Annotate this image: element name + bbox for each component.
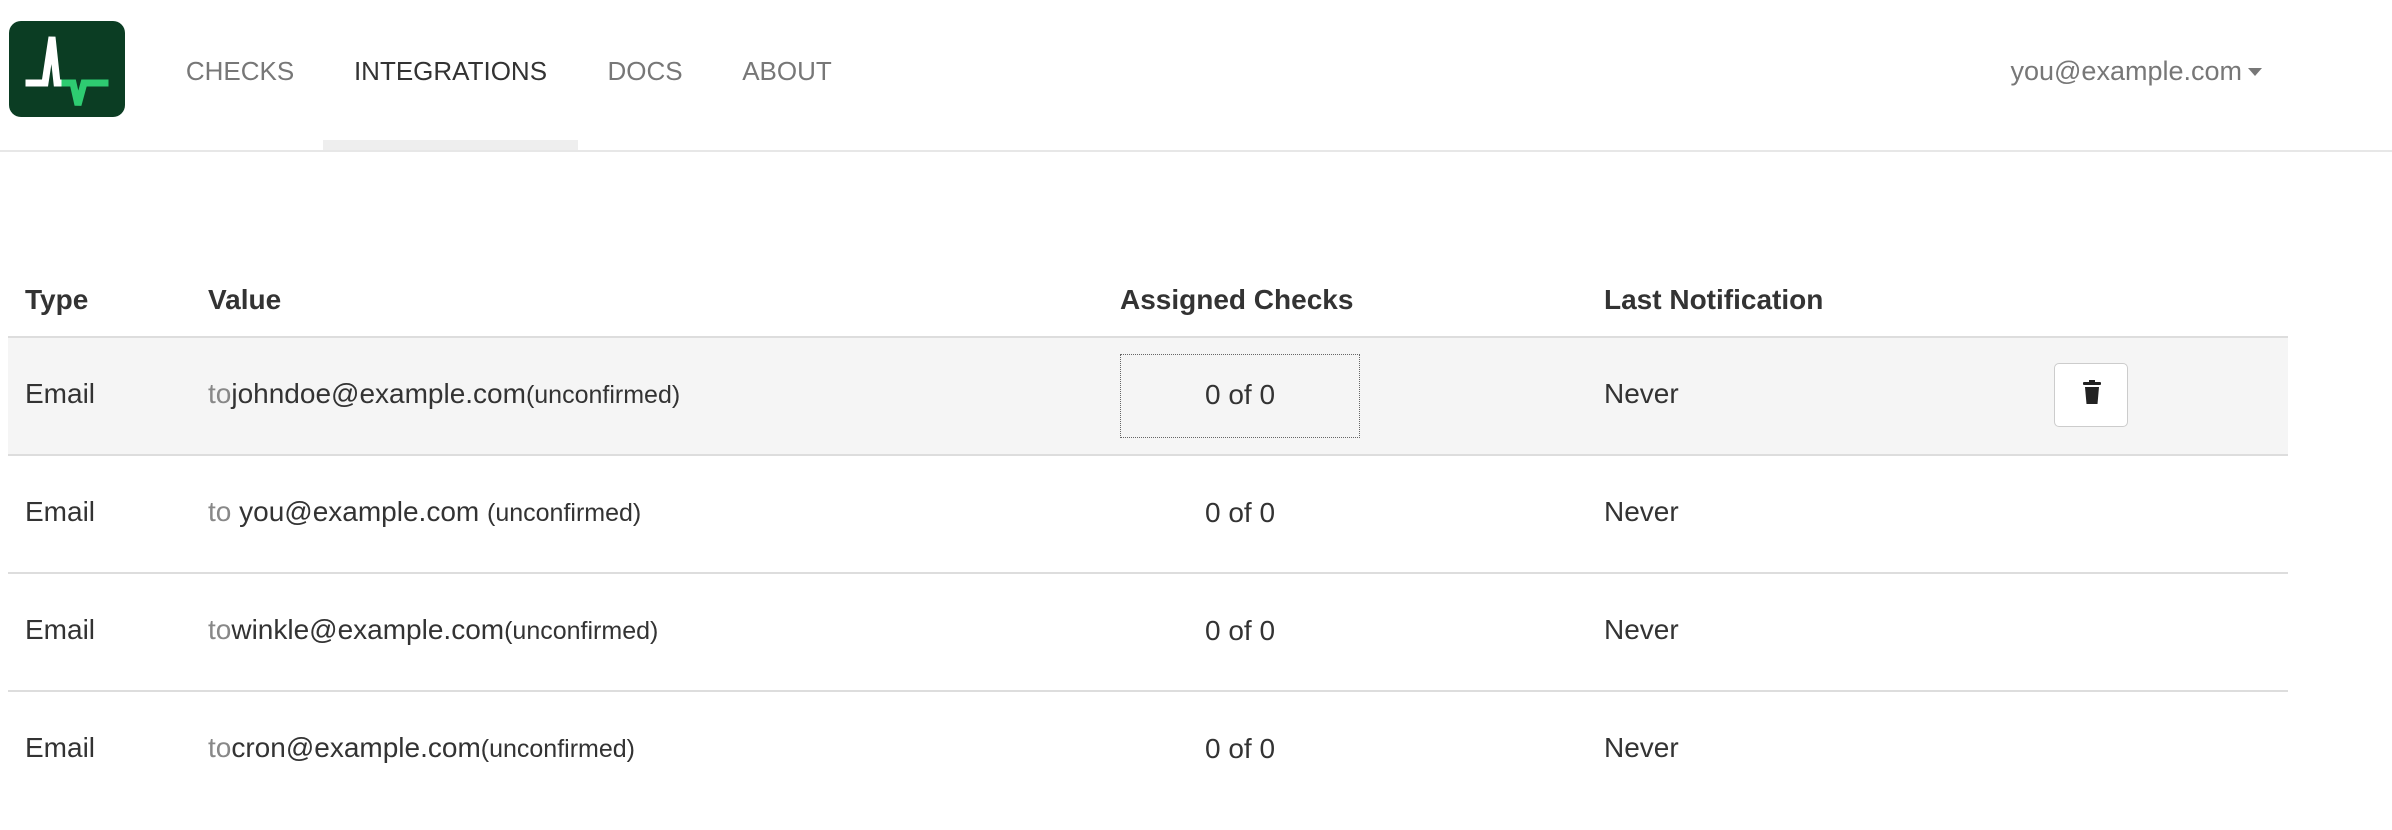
table-header: Type Value Assigned Checks Last Notifica… [8,270,2288,338]
value-status: (unconfirmed) [480,735,635,763]
channel-type: Email [25,496,96,527]
navbar: CHECKS INTEGRATIONS DOCS ABOUT you@examp… [0,0,2392,152]
delete-integration-button[interactable] [2054,363,2128,427]
tab-about-label: ABOUT [742,56,832,86]
user-email: you@example.com [2010,56,2242,86]
last-notification: Never [1604,496,1679,527]
value-preposition: to [208,496,240,527]
tab-integrations-label: INTEGRATIONS [353,56,548,86]
channel-type: Email [25,614,96,645]
chevron-down-icon [2248,67,2262,76]
tab-docs[interactable]: DOCS [591,0,699,150]
tab-docs-label: DOCS [607,56,683,86]
integrations-table: Type Value Assigned Checks Last Notifica… [8,270,2288,810]
tab-integrations[interactable]: INTEGRATIONS [323,0,578,150]
value-preposition: to [208,614,232,645]
value-preposition: to [208,378,232,409]
value-status: (unconfirmed) [504,617,659,645]
table-row: Email towinkle@example.com(unconfirmed) … [8,574,2288,692]
channel-value: tojohndoe@example.com(unconfirmed) [208,378,680,410]
value-email: cron@example.com [231,732,481,763]
table-row: Email tojohndoe@example.com(unconfirmed)… [8,338,2288,456]
last-notification: Never [1604,378,1679,409]
value-email: winkle@example.com [231,614,505,645]
user-menu-dropdown[interactable]: you@example.com [2010,56,2262,87]
channel-type: Email [25,732,96,763]
channel-value: tocron@example.com(unconfirmed) [208,732,635,764]
last-notification: Never [1604,614,1679,645]
assigned-checks-count: 0 of 0 [1204,379,1276,410]
channel-value: towinkle@example.com(unconfirmed) [208,614,658,646]
tab-checks-label: CHECKS [185,56,295,86]
value-status: (unconfirmed) [525,381,681,409]
assigned-checks-count[interactable]: 0 of 0 [1120,615,1360,647]
value-preposition: to [208,732,232,763]
value-email: johndoe@example.com [231,378,526,409]
tab-about[interactable]: ABOUT [722,0,852,150]
assigned-checks-count[interactable]: 0 of 0 [1120,497,1360,529]
assigned-checks-count[interactable]: 0 of 0 [1120,733,1360,765]
trash-icon [2083,380,2101,404]
column-header-value: Value [208,284,282,315]
column-header-assigned-checks: Assigned Checks [1120,284,1354,315]
last-notification: Never [1604,732,1679,763]
pulse-logo-icon[interactable] [9,21,125,117]
value-status: (unconfirmed) [487,499,642,527]
channel-value: to you@example.com (unconfirmed) [208,496,641,528]
value-email: you@example.com [239,496,487,527]
table-row: Email to you@example.com (unconfirmed) 0… [8,456,2288,574]
column-header-last-notification: Last Notification [1604,284,1824,315]
column-header-type: Type [25,284,89,315]
assigned-checks-button[interactable]: 0 of 0 [1120,354,1360,438]
table-row: Email tocron@example.com(unconfirmed) 0 … [8,692,2288,810]
channel-type: Email [25,378,96,409]
tab-checks[interactable]: CHECKS [170,0,310,150]
